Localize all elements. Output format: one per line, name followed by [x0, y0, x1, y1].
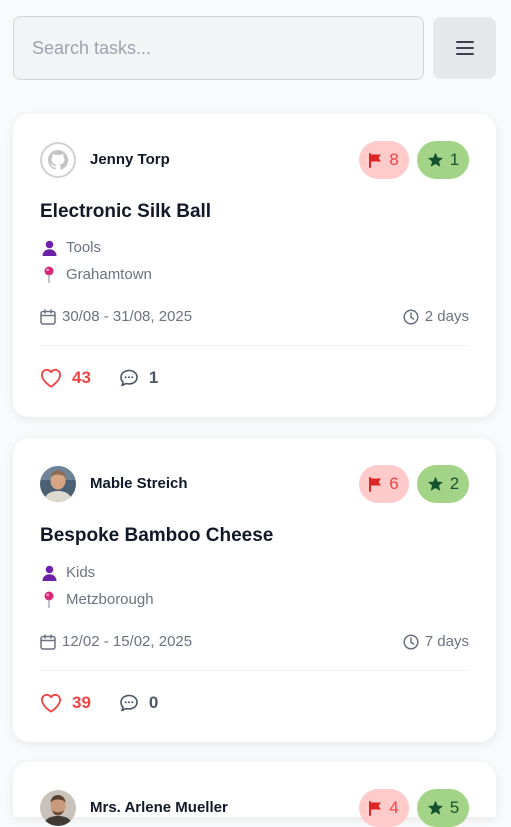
- task-title[interactable]: Bespoke Bamboo Cheese: [40, 525, 273, 547]
- date-row: 12/02 - 15/02, 2025 7 days: [40, 633, 469, 653]
- flag-icon: [369, 800, 382, 816]
- task-card[interactable]: Mable Streich 6 2 Bespoke Bamboo Cheese …: [13, 438, 496, 742]
- flag-badge[interactable]: 6: [359, 465, 409, 503]
- card-actions: 39 0: [40, 691, 158, 715]
- category-row: Tools: [40, 239, 101, 256]
- comment-count: 1: [148, 368, 159, 387]
- star-icon: [427, 476, 443, 491]
- date-row: 30/08 - 31/08, 2025 2 days: [40, 308, 469, 328]
- task-duration: 2 days: [424, 308, 469, 325]
- category-row: Kids: [40, 564, 95, 581]
- like-count: 39: [72, 693, 91, 712]
- date-range: 30/08 - 31/08, 2025: [40, 308, 192, 325]
- comment-icon: [120, 694, 138, 712]
- task-dates: 12/02 - 15/02, 2025: [62, 633, 193, 650]
- divider: [40, 670, 469, 671]
- clock-icon: [403, 633, 419, 650]
- location-row: Metzborough: [40, 591, 154, 608]
- comment-count: 0: [148, 693, 159, 712]
- task-duration: 7 days: [424, 633, 469, 650]
- date-range: 12/02 - 15/02, 2025: [40, 633, 192, 650]
- avatar[interactable]: [40, 466, 76, 502]
- menu-button[interactable]: [433, 17, 496, 79]
- task-location: Metzborough: [66, 591, 154, 608]
- person-icon: [40, 240, 58, 256]
- clock-icon: [403, 308, 419, 325]
- task-card[interactable]: Jenny Torp 8 1 Electronic Silk Ball Tool…: [13, 114, 496, 417]
- flag-count: 6: [389, 474, 399, 493]
- hamburger-icon: [455, 41, 474, 55]
- github-avatar-icon: [40, 142, 76, 178]
- card-header: Mable Streich 6 2: [40, 465, 469, 503]
- calendar-icon: [40, 308, 56, 325]
- comment-button[interactable]: 1: [119, 368, 158, 388]
- card-header: Jenny Torp 8 1: [40, 141, 469, 179]
- divider: [40, 345, 469, 346]
- avatar[interactable]: [40, 790, 76, 826]
- avatar[interactable]: [40, 142, 76, 178]
- task-location: Grahamtown: [66, 266, 152, 283]
- card-actions: 43 1: [40, 366, 158, 390]
- task-category: Kids: [66, 564, 96, 581]
- heart-icon: [41, 693, 61, 713]
- top-bar: [13, 16, 496, 80]
- task-dates: 30/08 - 31/08, 2025: [62, 308, 193, 325]
- like-count: 43: [72, 368, 91, 387]
- star-icon: [427, 800, 443, 815]
- flag-icon: [369, 152, 382, 168]
- star-badge[interactable]: 1: [417, 141, 469, 179]
- task-category: Tools: [66, 239, 102, 256]
- author-name[interactable]: Mrs. Arlene Mueller: [90, 799, 228, 816]
- flag-badge[interactable]: 4: [359, 789, 409, 827]
- star-badge[interactable]: 2: [417, 465, 469, 503]
- duration: 2 days: [403, 308, 469, 325]
- star-badge[interactable]: 5: [417, 789, 469, 827]
- star-count: 5: [449, 798, 460, 817]
- flag-badge[interactable]: 8: [359, 141, 409, 179]
- author-name[interactable]: Mable Streich: [90, 475, 188, 492]
- heart-icon: [41, 368, 61, 388]
- like-button[interactable]: 39: [40, 693, 91, 713]
- author-name[interactable]: Jenny Torp: [90, 151, 170, 168]
- flag-count: 8: [389, 150, 399, 169]
- person-icon: [40, 565, 58, 581]
- star-count: 2: [449, 474, 460, 493]
- duration: 7 days: [403, 633, 469, 650]
- task-title[interactable]: Electronic Silk Ball: [40, 201, 211, 223]
- user-photo: [40, 790, 76, 826]
- comment-button[interactable]: 0: [119, 693, 158, 713]
- calendar-icon: [40, 633, 56, 650]
- flag-count: 4: [389, 798, 399, 817]
- task-card[interactable]: Mrs. Arlene Mueller 4 5: [13, 762, 496, 827]
- star-icon: [427, 152, 443, 167]
- user-photo: [40, 466, 76, 502]
- flag-icon: [369, 476, 382, 492]
- star-count: 1: [449, 150, 460, 169]
- pin-icon: [40, 591, 58, 608]
- pin-icon: [40, 266, 58, 283]
- card-header: Mrs. Arlene Mueller 4 5: [40, 789, 469, 827]
- location-row: Grahamtown: [40, 266, 152, 283]
- search-input[interactable]: [13, 16, 424, 80]
- like-button[interactable]: 43: [40, 368, 91, 388]
- comment-icon: [120, 369, 138, 387]
